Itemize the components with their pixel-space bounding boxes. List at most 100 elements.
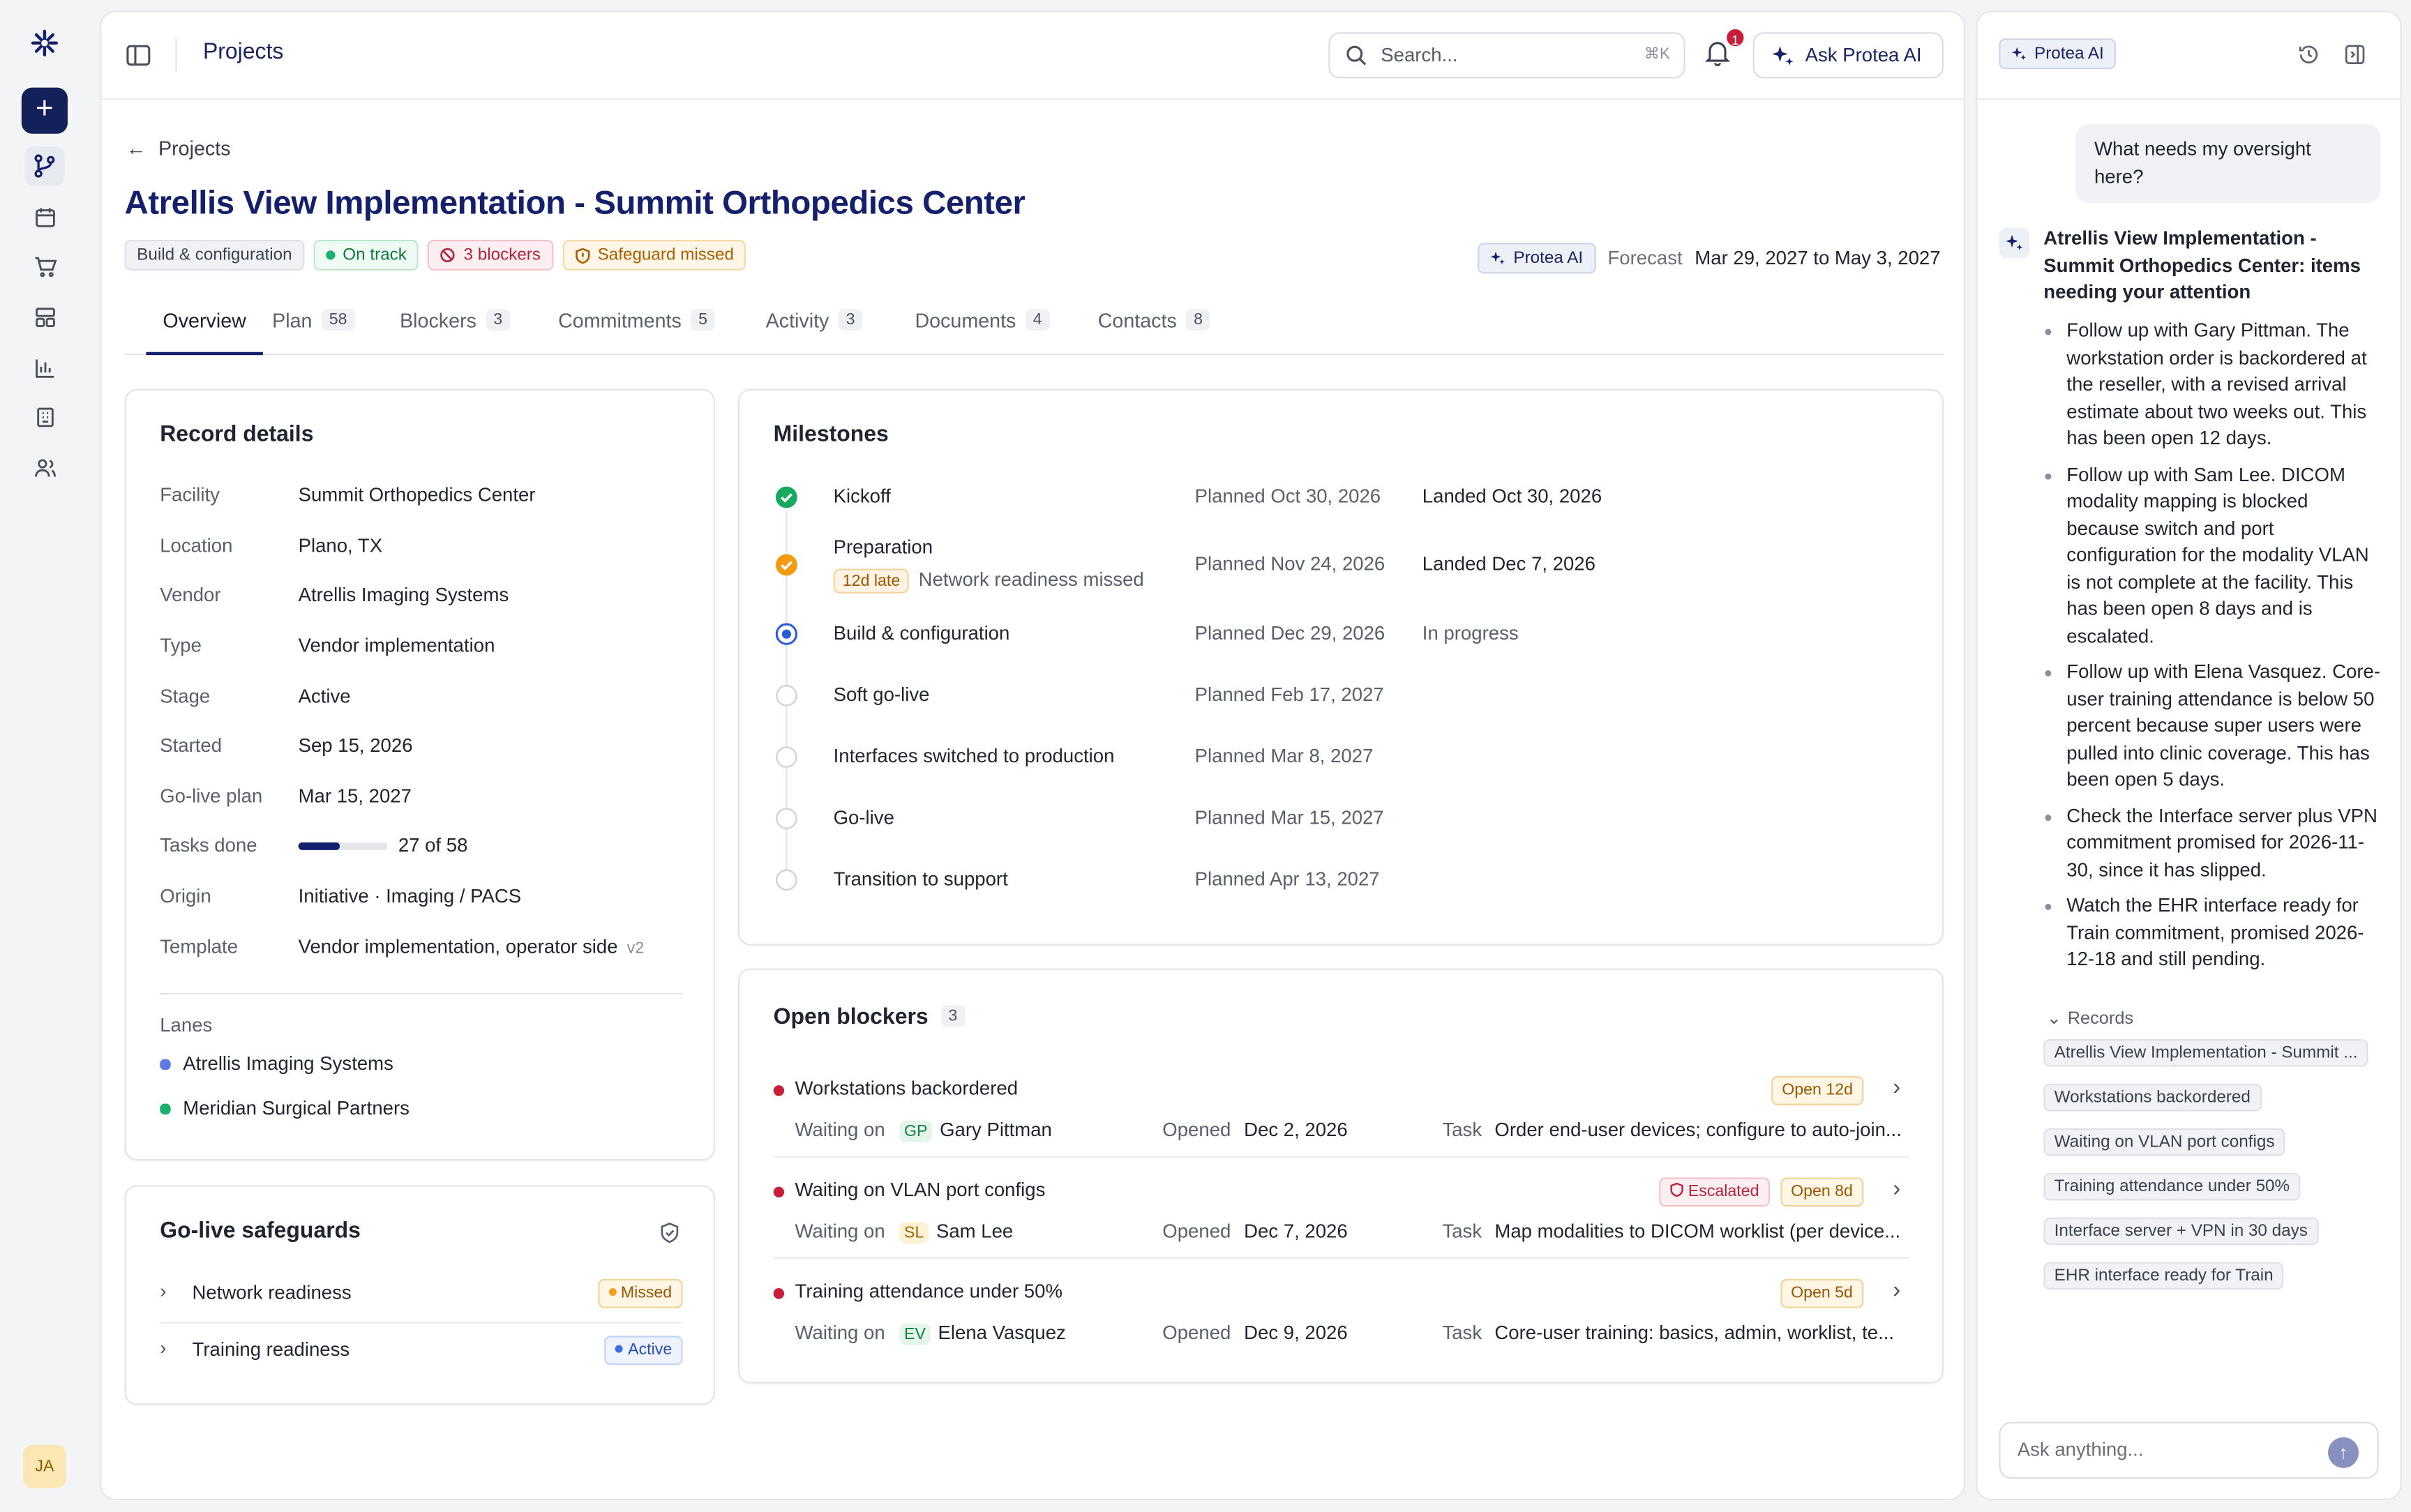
tab-overview[interactable]: Overview	[146, 309, 263, 356]
nav-reports-icon[interactable]	[24, 347, 64, 387]
sparkle-icon	[1772, 45, 1794, 66]
shield-check-icon	[661, 1223, 679, 1243]
sparkle-icon	[2011, 47, 2026, 60]
pending-step-icon	[775, 808, 797, 830]
check-circle-icon	[775, 486, 797, 508]
waiting-person: EV Elena Vasquez	[899, 1322, 1066, 1345]
tab-contacts[interactable]: Contacts 8	[1098, 309, 1210, 355]
ask-ai-button[interactable]: Ask Protea AI	[1752, 32, 1944, 79]
nav-calendar-icon[interactable]	[24, 197, 64, 236]
send-arrow-icon[interactable]: ↑	[2328, 1437, 2359, 1468]
record-link[interactable]: Training attendance under 50%	[2043, 1172, 2301, 1201]
lane-name: Meridian Surgical Partners	[183, 1097, 410, 1119]
chevron-right-icon[interactable]: ›	[1893, 1075, 1900, 1101]
card-title: Open blockers 3	[774, 1005, 966, 1030]
user-avatar[interactable]: JA	[23, 1444, 66, 1488]
detail-key: Origin	[160, 885, 211, 907]
lane-dot-icon	[160, 1058, 171, 1069]
search-input[interactable]: Search... ⌘K	[1328, 32, 1685, 79]
blocker-title: Training attendance under 50%	[795, 1280, 1062, 1302]
safeguard-name: Training readiness	[192, 1338, 350, 1361]
task-label: Task	[1442, 1119, 1482, 1141]
ai-panel-header: Protea AI	[1977, 13, 2401, 100]
tab-blockers[interactable]: Blockers 3	[400, 309, 511, 355]
nav-buildings-icon[interactable]	[24, 397, 64, 437]
forecast-value: Mar 29, 2027 to May 3, 2027	[1695, 247, 1941, 269]
nav-cart-icon[interactable]	[24, 246, 64, 286]
opened-label: Opened	[1162, 1119, 1231, 1141]
detail-value: Vendor implementation, operator side v2	[299, 936, 645, 958]
shield-alert-icon	[575, 247, 589, 264]
phase-chip-label: Build & configuration	[137, 245, 292, 265]
record-link[interactable]: Waiting on VLAN port configs	[2043, 1128, 2285, 1156]
blockers-count: 3	[940, 1005, 966, 1027]
tab-label: Activity	[765, 309, 829, 333]
milestone-planned: Planned Oct 30, 2026	[1194, 485, 1381, 508]
tab-documents[interactable]: Documents 4	[915, 309, 1050, 355]
template-version: v2	[626, 939, 645, 958]
chevron-right-icon: ›	[160, 1280, 167, 1302]
milestone-planned: Planned Feb 17, 2027	[1194, 683, 1384, 706]
escalated-badge: Escalated	[1658, 1177, 1770, 1207]
tab-count: 4	[1025, 309, 1050, 331]
milestone-name: Interfaces switched to production	[833, 745, 1115, 767]
ai-chip[interactable]: Protea AI	[1478, 243, 1595, 274]
record-link[interactable]: Interface server + VPN in 30 days	[2043, 1217, 2319, 1246]
record-link[interactable]: EHR interface ready for Train	[2043, 1262, 2285, 1290]
nav-people-icon[interactable]	[24, 447, 64, 487]
detail-value: Atrellis Imaging Systems	[298, 584, 509, 606]
tab-commitments[interactable]: Commitments 5	[558, 309, 715, 355]
milestone-name: Soft go-live	[833, 683, 930, 706]
tab-plan[interactable]: Plan 58	[272, 309, 355, 355]
detail-key: Vendor	[160, 584, 221, 606]
opened-date: Dec 9, 2026	[1244, 1322, 1348, 1344]
page-title: Atrellis View Implementation - Summit Or…	[124, 184, 1026, 222]
ai-panel-chip: Protea AI	[1999, 38, 2117, 70]
tab-label: Blockers	[400, 309, 476, 333]
ai-answer-title: Atrellis View Implementation - Summit Or…	[2043, 227, 2361, 303]
escalated-label: Escalated	[1688, 1181, 1759, 1201]
notifications-button[interactable]: 1	[1704, 26, 1747, 73]
blocker-dot-icon	[773, 1288, 785, 1299]
person-initials: EV	[899, 1323, 931, 1345]
collapse-panel-icon[interactable]	[2343, 43, 2366, 66]
status-dot-icon	[615, 1345, 624, 1353]
shield-alert-icon	[1670, 1182, 1683, 1197]
record-link[interactable]: Workstations backordered	[2043, 1083, 2262, 1112]
records-toggle[interactable]: ⌄ Records	[2047, 1007, 2133, 1028]
chevron-right-icon[interactable]: ›	[1893, 1176, 1900, 1202]
detail-value: Initiative · Imaging / PACS	[298, 885, 522, 907]
template-name: Vendor implementation, operator side	[298, 936, 618, 958]
divider	[773, 1257, 1910, 1260]
record-link[interactable]: Atrellis View Implementation - Summit ..…	[2043, 1038, 2368, 1067]
task-name: Map modalities to DICOM worklist (per de…	[1494, 1220, 1901, 1242]
card-title: Go-live safeguards	[160, 1218, 361, 1244]
chevron-right-icon[interactable]: ›	[1893, 1278, 1900, 1303]
milestone-name: Kickoff	[833, 485, 891, 508]
top-bar: Projects Search... ⌘K 1 Ask Protea AI	[101, 13, 1964, 100]
person-initials: SL	[899, 1222, 929, 1244]
ai-avatar-icon	[1999, 227, 2030, 259]
detail-key: Go-live plan	[160, 785, 263, 808]
tasks-progress-bar	[298, 842, 388, 850]
tab-activity[interactable]: Activity 3	[766, 309, 863, 355]
blockers-chip[interactable]: 3 blockers	[428, 239, 553, 271]
safeguard-status-label: Missed	[620, 1283, 673, 1302]
nav-projects-icon[interactable]	[24, 146, 65, 186]
nav-layout-icon[interactable]	[24, 296, 64, 336]
milestone-planned: Planned Dec 29, 2026	[1194, 622, 1385, 644]
breadcrumb[interactable]: ← Projects	[126, 137, 231, 160]
safeguard-chip[interactable]: Safeguard missed	[562, 239, 746, 271]
new-item-button[interactable]: +	[21, 87, 68, 134]
arrow-left-icon: ←	[126, 137, 147, 160]
ai-chat-input[interactable]: Ask anything... ↑	[1999, 1421, 2379, 1479]
sidebar-toggle-icon[interactable]	[125, 42, 153, 70]
answer-bullet: Follow up with Gary Pittman. The worksta…	[2066, 318, 2382, 453]
history-icon[interactable]	[2297, 43, 2320, 66]
blocker-dot-icon	[773, 1085, 785, 1096]
app-logo-icon[interactable]	[31, 29, 59, 57]
lanes-label: Lanes	[160, 1014, 213, 1036]
pending-step-icon	[775, 746, 797, 768]
blocker-dot-icon	[773, 1186, 785, 1197]
tab-label: Contacts	[1097, 309, 1177, 333]
